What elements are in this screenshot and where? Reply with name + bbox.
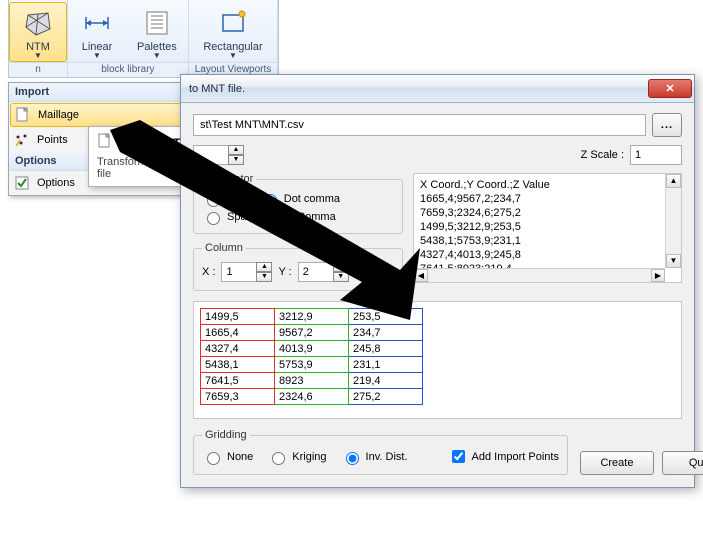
mnt-import-dialog: to MNT file. ✕ st\Test MNT\MNT.csv ... ▲… <box>180 74 695 488</box>
spin-down-icon[interactable]: ▼ <box>228 155 244 165</box>
separator-legend: Separator <box>202 173 256 185</box>
spinner-input[interactable] <box>193 145 229 165</box>
cell-z[interactable]: 234,7 <box>349 325 423 341</box>
rectangle-icon <box>217 7 249 39</box>
scroll-down-icon[interactable]: ▼ <box>666 254 681 268</box>
spin-up-icon[interactable]: ▲ <box>333 262 349 272</box>
menu-header-import: Import <box>9 83 205 102</box>
create-button[interactable]: Create <box>580 451 654 475</box>
parsed-data-table: 1499,53212,9253,51665,49567,2234,74327,4… <box>200 308 423 405</box>
gridding-group: Gridding None Kriging Inv. Dist. Add Imp… <box>193 429 568 475</box>
linear-dim-icon <box>81 7 113 39</box>
radio-kriging[interactable]: Kriging <box>267 449 326 465</box>
scroll-right-icon[interactable]: ▶ <box>651 269 665 282</box>
cell-z[interactable]: 245,8 <box>349 341 423 357</box>
cell-z[interactable]: 275,2 <box>349 389 423 405</box>
mesh-icon <box>22 7 54 39</box>
menu-item-label: Points <box>37 134 68 146</box>
chevron-down-icon: ▼ <box>93 53 101 59</box>
column-x-label: X : <box>202 266 215 278</box>
zscale-input[interactable] <box>630 145 682 165</box>
table-row[interactable]: 5438,15753,9231,1 <box>201 357 423 373</box>
ribbon-linear-button[interactable]: Linear ▼ <box>68 2 126 62</box>
column-y-input[interactable] <box>298 262 334 282</box>
dialog-title: to MNT file. <box>189 83 648 95</box>
cell-x[interactable]: 1499,5 <box>201 309 275 325</box>
column-x-input[interactable] <box>221 262 257 282</box>
ribbon-group-label-2: block library <box>68 62 188 77</box>
preview-vscrollbar[interactable]: ▲▼ <box>665 174 681 268</box>
table-row[interactable]: 1499,53212,9253,5 <box>201 309 423 325</box>
column-x-spinner[interactable]: ▲▼ <box>221 262 272 282</box>
chevron-down-icon: ▼ <box>34 53 42 59</box>
radio-invdist[interactable]: Inv. Dist. <box>341 449 408 465</box>
spin-down-icon[interactable]: ▼ <box>333 272 349 282</box>
scroll-up-icon[interactable]: ▲ <box>666 174 681 188</box>
scroll-left-icon[interactable]: ◀ <box>414 269 428 282</box>
table-row[interactable]: 4327,44013,9245,8 <box>201 341 423 357</box>
column-group: Column X : ▲▼ Y : ▲▼ <box>193 242 403 291</box>
checkbox-icon <box>13 174 31 192</box>
menu-item-label: Maillage <box>38 109 79 121</box>
cell-z[interactable]: 253,5 <box>349 309 423 325</box>
ribbon-group-label-1: n <box>9 62 67 77</box>
spin-up-icon[interactable]: ▲ <box>256 262 272 272</box>
radio-tab[interactable]: Tab <box>202 191 245 207</box>
check-add-import-points[interactable]: Add Import Points <box>448 447 559 466</box>
column-y-spinner[interactable]: ▲▼ <box>298 262 349 282</box>
ribbon: NTM ▼ n Linear ▼ Palettes ▼ block libr <box>8 0 279 78</box>
browse-button[interactable]: ... <box>652 113 682 137</box>
cell-y[interactable]: 3212,9 <box>275 309 349 325</box>
cell-y[interactable]: 8923 <box>275 373 349 389</box>
ribbon-ntm-button[interactable]: NTM ▼ <box>9 2 67 62</box>
zscale-label: Z Scale : <box>581 149 624 161</box>
spin-down-icon[interactable]: ▼ <box>256 272 272 282</box>
menu-item-label: Options <box>37 177 75 189</box>
document-icon <box>14 106 32 124</box>
column-y-label: Y : <box>278 266 291 278</box>
menu-item-maillage[interactable]: Maillage ▶ <box>10 103 204 127</box>
cell-z[interactable]: 219,4 <box>349 373 423 389</box>
cell-x[interactable]: 5438,1 <box>201 357 275 373</box>
close-icon: ✕ <box>665 82 674 95</box>
preview-hscrollbar[interactable]: ◀▶ <box>414 268 665 282</box>
file-path-input[interactable]: st\Test MNT\MNT.csv <box>193 114 646 136</box>
parsed-data-table-area[interactable]: 1499,53212,9253,51665,49567,2234,74327,4… <box>193 301 682 419</box>
cell-x[interactable]: 7641,5 <box>201 373 275 389</box>
cell-y[interactable]: 4013,9 <box>275 341 349 357</box>
ribbon-rectangular-button[interactable]: Rectangular ▼ <box>192 2 273 62</box>
chevron-down-icon: ▼ <box>153 53 161 59</box>
radio-none[interactable]: None <box>202 449 253 465</box>
cell-y[interactable]: 9567,2 <box>275 325 349 341</box>
spin-up-icon[interactable]: ▲ <box>228 145 244 155</box>
table-row[interactable]: 7641,58923219,4 <box>201 373 423 389</box>
points-icon <box>13 131 31 149</box>
ribbon-palettes-button[interactable]: Palettes ▼ <box>126 2 188 62</box>
radio-space[interactable]: Space <box>202 209 258 225</box>
quit-button[interactable]: Quit <box>662 451 703 475</box>
cell-y[interactable]: 2324,6 <box>275 389 349 405</box>
column-legend: Column <box>202 242 246 254</box>
tooltip-title: Import MNT <box>119 137 180 149</box>
gridding-legend: Gridding <box>202 429 250 441</box>
table-row[interactable]: 7659,32324,6275,2 <box>201 389 423 405</box>
file-preview: X Coord.;Y Coord.;Z Value 1665,4;9567,2;… <box>413 173 682 283</box>
dialog-titlebar[interactable]: to MNT file. ✕ <box>181 75 694 103</box>
close-button[interactable]: ✕ <box>648 79 692 98</box>
cell-x[interactable]: 4327,4 <box>201 341 275 357</box>
unnamed-spinner[interactable]: ▲▼ <box>193 145 244 165</box>
document-icon <box>97 133 113 152</box>
cell-x[interactable]: 7659,3 <box>201 389 275 405</box>
cell-x[interactable]: 1665,4 <box>201 325 275 341</box>
cell-y[interactable]: 5753,9 <box>275 357 349 373</box>
table-row[interactable]: 1665,49567,2234,7 <box>201 325 423 341</box>
palette-icon <box>141 7 173 39</box>
separator-group: Separator Tab Dot comma Space Comma <box>193 173 403 234</box>
radio-comma[interactable]: Comma <box>272 209 336 225</box>
chevron-down-icon: ▼ <box>229 53 237 59</box>
cell-z[interactable]: 231,1 <box>349 357 423 373</box>
radio-dotcomma[interactable]: Dot comma <box>259 191 340 207</box>
